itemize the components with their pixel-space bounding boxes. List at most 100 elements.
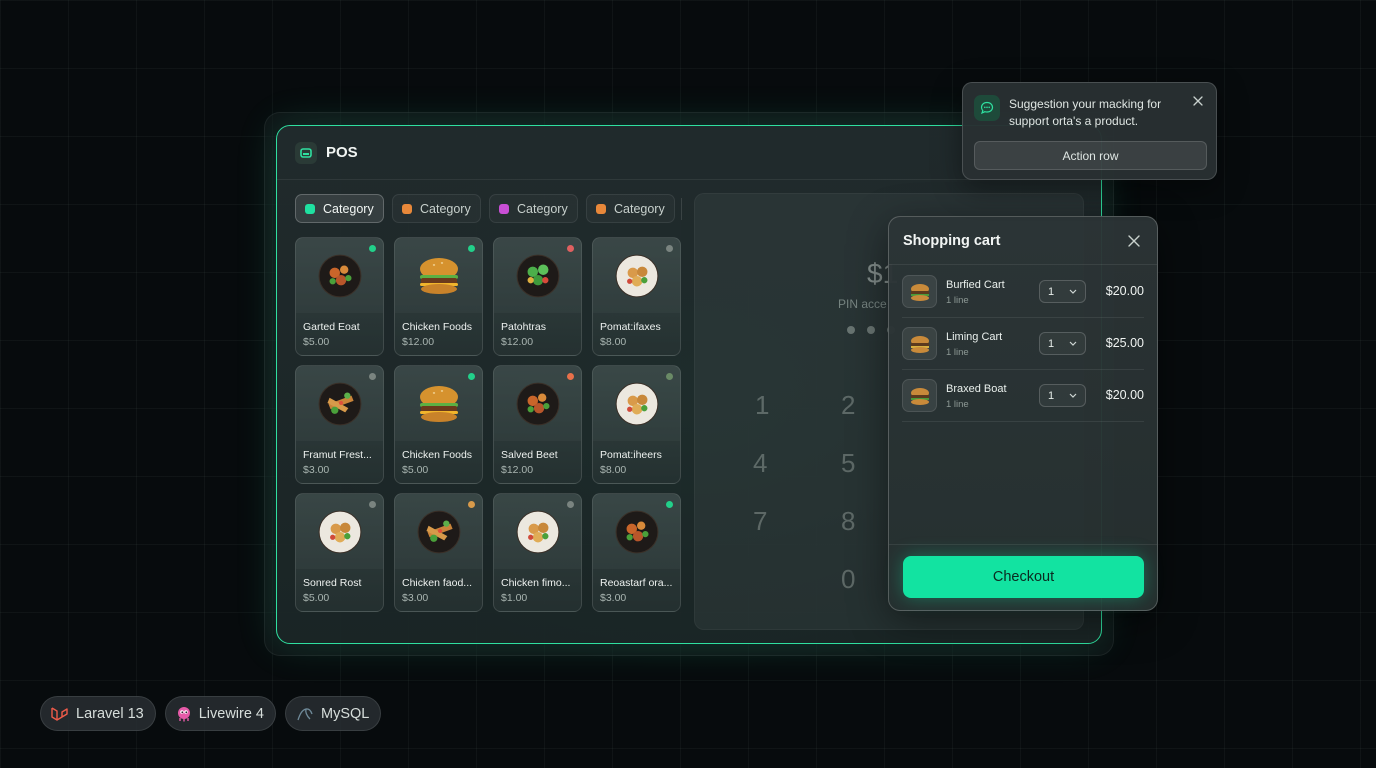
product-card[interactable]: Garted Eoat $5.00: [295, 237, 384, 356]
toast-action-button[interactable]: Action row: [974, 141, 1207, 170]
keypad-key[interactable]: 1: [755, 390, 769, 421]
cart-item: Braxed Boat 1 line 1 $20.00: [902, 370, 1144, 422]
checkout-button[interactable]: Checkout: [903, 556, 1144, 598]
cart-item-name: Liming Cart: [946, 331, 1003, 343]
product-card[interactable]: Salved Beet $12.00: [493, 365, 582, 484]
cart-title: Shopping cart: [903, 232, 1001, 249]
keypad-key[interactable]: 5: [841, 448, 855, 479]
product-card[interactable]: Reoastarf ora... $3.00: [592, 493, 681, 612]
laravel-icon: [51, 706, 68, 721]
status-dot: [468, 501, 475, 508]
category-tab[interactable]: Category: [586, 194, 675, 223]
category-tab[interactable]: Category: [489, 194, 578, 223]
cart-footer-divider: [889, 544, 1157, 545]
category-tab-label: Category: [323, 201, 374, 216]
product-grid: Garted Eoat $5.00 Chicken Foods $12.00 Patoh…: [295, 237, 681, 612]
mysql-icon: [297, 707, 313, 720]
quantity-select[interactable]: 1: [1039, 332, 1086, 355]
cart-item-price: $20.00: [1105, 388, 1144, 402]
category-color-dot: [499, 203, 509, 214]
quantity-value: 1: [1048, 285, 1055, 298]
cart-item-name: Braxed Boat: [946, 383, 1007, 395]
pin-label: PIN acce: [838, 297, 887, 311]
quantity-value: 1: [1048, 337, 1055, 350]
product-card[interactable]: Chicken fimo... $1.00: [493, 493, 582, 612]
category-tab-label: Category: [614, 201, 665, 216]
product-name: Pomat:ifaxes: [600, 321, 661, 333]
keypad-key[interactable]: 4: [753, 448, 767, 479]
category-tab[interactable]: Category: [295, 194, 384, 223]
product-card[interactable]: Chicken faod... $3.00: [394, 493, 483, 612]
cart-item: Liming Cart 1 line 1 $25.00: [902, 318, 1144, 370]
category-color-dot: [402, 203, 412, 214]
status-dot: [666, 373, 673, 380]
product-card[interactable]: Patohtras $12.00: [493, 237, 582, 356]
product-name: Chicken Foods: [402, 321, 473, 333]
quantity-select[interactable]: 1: [1039, 384, 1086, 407]
keypad-key[interactable]: 0: [841, 564, 855, 595]
category-color-dot: [305, 203, 315, 214]
product-price: $8.00: [600, 464, 627, 476]
product-card[interactable]: Chicken Foods $5.00: [394, 365, 483, 484]
product-card[interactable]: Sonred Rost $5.00: [295, 493, 384, 612]
product-name: Chicken faod...: [402, 577, 473, 589]
product-card[interactable]: Chicken Foods $12.00: [394, 237, 483, 356]
tech-badge-laravel: Laravel 13: [40, 696, 156, 731]
toast-message: Suggestion your macking for support orta…: [1009, 97, 1162, 128]
cart-item-price: $20.00: [1105, 284, 1144, 298]
tech-badge-mysql: MySQL: [285, 696, 382, 731]
cart-item-price: $25.00: [1105, 336, 1144, 350]
food-thumbnail-icon: [902, 275, 937, 308]
product-card[interactable]: Pomat:iheers $8.00: [592, 365, 681, 484]
product-price: $1.00: [501, 592, 528, 604]
product-name: Chicken Foods: [402, 449, 473, 461]
category-tab[interactable]: Category: [392, 194, 481, 223]
category-tab-label: Category: [420, 201, 471, 216]
category-tab-label: Category: [517, 201, 568, 216]
product-price: $5.00: [402, 464, 429, 476]
product-price: $12.00: [501, 464, 534, 476]
product-name: Patohtras: [501, 321, 546, 333]
status-dot: [567, 245, 574, 252]
cart-item-subtitle: 1 line: [946, 347, 969, 358]
product-price: $3.00: [600, 592, 627, 604]
chat-bubble-icon: [974, 95, 1000, 121]
keypad-key[interactable]: 8: [841, 506, 855, 537]
keypad-key[interactable]: 7: [753, 506, 767, 537]
tech-badge-livewire: Livewire 4: [164, 696, 276, 731]
category-color-dot: [596, 203, 606, 214]
cart-header: Shopping cart: [889, 217, 1157, 265]
status-dot: [567, 373, 574, 380]
product-price: $5.00: [303, 592, 330, 604]
product-price: $8.00: [600, 336, 627, 348]
product-name: Chicken fimo...: [501, 577, 571, 589]
status-dot: [666, 501, 673, 508]
pin-dot: [847, 326, 855, 334]
product-card[interactable]: Pomat:ifaxes $8.00: [592, 237, 681, 356]
close-icon[interactable]: [1127, 234, 1141, 248]
cart-item-name: Burfied Cart: [946, 279, 1005, 291]
product-name: Pomat:iheers: [600, 449, 662, 461]
close-icon[interactable]: [1192, 94, 1204, 106]
product-name: Sonred Rost: [303, 577, 362, 589]
cart-item: Burfied Cart 1 line 1 $20.00: [902, 266, 1144, 318]
status-dot: [369, 245, 376, 252]
product-price: $12.00: [501, 336, 534, 348]
app-title: POS: [326, 144, 358, 161]
status-dot: [369, 501, 376, 508]
chevron-down-icon: [1069, 341, 1077, 346]
status-dot: [567, 501, 574, 508]
keypad-key[interactable]: 2: [841, 390, 855, 421]
pin-dot: [867, 326, 875, 334]
product-price: $3.00: [303, 464, 330, 476]
badge-label: MySQL: [321, 705, 370, 722]
status-dot: [666, 245, 673, 252]
pos-logo-icon: [295, 141, 317, 164]
food-thumbnail-icon: [902, 327, 937, 360]
cart-item-subtitle: 1 line: [946, 295, 969, 306]
chevron-down-icon: [1069, 289, 1077, 294]
quantity-select[interactable]: 1: [1039, 280, 1086, 303]
cart-item-subtitle: 1 line: [946, 399, 969, 410]
status-dot: [468, 245, 475, 252]
product-card[interactable]: Framut Frest... $3.00: [295, 365, 384, 484]
